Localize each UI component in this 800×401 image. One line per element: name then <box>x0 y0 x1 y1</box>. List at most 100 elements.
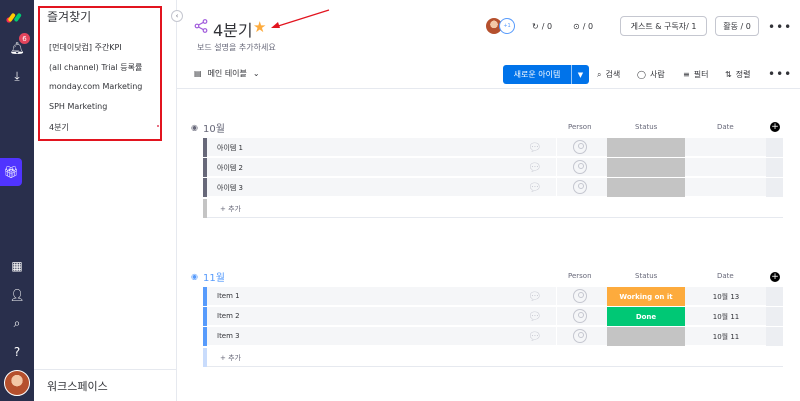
date-cell[interactable]: 10월 11 <box>703 332 749 342</box>
favorite-item-sph-marketing[interactable]: SPH Marketing <box>49 102 107 111</box>
board-title[interactable]: 4분기 <box>213 17 253 41</box>
table-row[interactable]: 아이템 2 💬︎ <box>203 158 783 177</box>
updates-button[interactable]: ⊙ / 0 <box>573 18 593 34</box>
group-title[interactable]: 10월 <box>203 120 225 135</box>
filter-button[interactable]: ≡ 필터 <box>683 69 708 80</box>
group-header-november[interactable]: ◉ 11월 <box>191 269 225 284</box>
notification-badge: 6 <box>19 33 30 44</box>
chat-bubble-icon[interactable]: 💬︎ <box>528 141 542 154</box>
add-item-label[interactable]: + 추가 <box>220 204 241 214</box>
status-cell[interactable] <box>607 178 685 197</box>
person-avatar-icon[interactable] <box>573 329 587 343</box>
column-header-person[interactable]: Person <box>568 272 592 280</box>
date-cell[interactable]: 10월 11 <box>703 312 749 322</box>
main-table-tab[interactable]: ▤ 메인 테이블 ⌄ <box>194 68 260 79</box>
person-filter-button[interactable]: ◯ 사람 <box>637 69 665 80</box>
board-more-icon[interactable]: ••• <box>768 20 792 34</box>
person-avatar-icon[interactable] <box>573 180 587 194</box>
monday-logo-icon[interactable] <box>6 10 28 24</box>
chat-bubble-icon[interactable]: 💬︎ <box>528 330 542 343</box>
add-column-icon[interactable]: + <box>770 272 780 282</box>
activity-log-button[interactable]: 활동 / 0 <box>715 16 759 36</box>
table-row[interactable]: Item 3 💬︎ 10월 11 <box>203 327 783 346</box>
add-item-label[interactable]: + 추가 <box>220 353 241 363</box>
cell-divider <box>556 287 557 306</box>
row-color-bar <box>203 327 207 346</box>
sort-button[interactable]: ⇅ 정렬 <box>725 69 750 80</box>
table-icon: ▤ <box>194 69 202 78</box>
annotation-arrow <box>271 9 330 28</box>
activity-icon: ↻ <box>532 21 539 31</box>
share-icon[interactable] <box>194 19 208 33</box>
status-cell[interactable] <box>607 158 685 177</box>
activity-button[interactable]: ↻ / 0 <box>532 18 552 34</box>
table-row[interactable]: Item 1 💬︎ Working on it 10월 13 <box>203 287 783 306</box>
app-root: 🔔︎ 6 ⤓ 🎁︎ ▦ 👤︎ ⌕ ? 즐겨찾기 [먼데이닷컴] 주간KPI (a… <box>0 0 800 401</box>
person-avatar-icon[interactable] <box>573 289 587 303</box>
person-avatar-icon[interactable] <box>573 160 587 174</box>
cell-divider <box>556 178 557 197</box>
help-icon[interactable]: ? <box>7 342 27 362</box>
chat-bubble-icon[interactable]: 💬︎ <box>528 161 542 174</box>
row-name[interactable]: 아이템 2 <box>217 163 243 173</box>
person-avatar-icon[interactable] <box>573 309 587 323</box>
group-title[interactable]: 11월 <box>203 269 225 284</box>
header-avatar-more[interactable]: +1 <box>499 18 515 34</box>
inbox-download-icon[interactable]: ⤓ <box>7 66 27 86</box>
row-endcap <box>766 327 783 346</box>
cell-divider <box>556 138 557 157</box>
board-description[interactable]: 보드 설명을 추가하세요 <box>197 42 276 53</box>
row-color-bar <box>203 348 207 367</box>
robot-icon: ⊙ <box>573 21 580 31</box>
calendar-icon[interactable]: ▦ <box>7 256 27 276</box>
group-collapse-icon[interactable]: ◉ <box>191 272 198 281</box>
column-header-date[interactable]: Date <box>717 123 734 131</box>
status-cell[interactable] <box>607 138 685 157</box>
date-cell[interactable]: 10월 13 <box>703 292 749 302</box>
row-name[interactable]: Item 2 <box>217 312 240 320</box>
favorite-item-monday-marketing[interactable]: monday.com Marketing <box>49 82 142 91</box>
search-label: 검색 <box>605 70 621 79</box>
favorite-item-kpi[interactable]: [먼데이닷컴] 주간KPI <box>49 42 122 53</box>
chat-bubble-icon[interactable]: 💬︎ <box>528 310 542 323</box>
group-header-october[interactable]: ◉ 10월 <box>191 120 225 135</box>
search-icon[interactable]: ⌕ <box>7 313 27 333</box>
new-item-chevron-icon[interactable]: ▼ <box>572 71 589 79</box>
row-name[interactable]: Item 1 <box>217 292 240 300</box>
user-avatar[interactable] <box>4 370 30 396</box>
column-header-person[interactable]: Person <box>568 123 592 131</box>
table-row[interactable]: Item 2 💬︎ Done 10월 11 <box>203 307 783 326</box>
workspace-label[interactable]: 워크스페이스 <box>47 378 108 394</box>
chevron-down-icon: ⌄ <box>252 69 260 78</box>
status-cell[interactable]: Done <box>607 307 685 326</box>
row-endcap <box>766 307 783 326</box>
table-row[interactable]: 아이템 3 💬︎ <box>203 178 783 197</box>
add-item-row[interactable]: + 추가 <box>203 199 783 218</box>
new-item-button[interactable]: 새로운 아이템 ▼ <box>503 65 589 84</box>
invite-user-icon[interactable]: 👤︎ <box>7 285 27 305</box>
search-button[interactable]: ⌕ 검색 <box>597 69 620 80</box>
chat-bubble-icon[interactable]: 💬︎ <box>528 290 542 303</box>
group-collapse-icon[interactable]: ◉ <box>191 123 198 132</box>
toolbar-more-icon[interactable]: ••• <box>768 67 792 81</box>
row-name[interactable]: 아이템 3 <box>217 183 243 193</box>
person-avatar-icon[interactable] <box>573 140 587 154</box>
gift-icon[interactable]: 🎁︎ <box>0 158 22 186</box>
row-name[interactable]: 아이템 1 <box>217 143 243 153</box>
updates-count: / 0 <box>582 21 594 31</box>
add-item-row[interactable]: + 추가 <box>203 348 783 367</box>
column-header-status[interactable]: Status <box>635 272 657 280</box>
person-icon: ◯ <box>637 70 646 79</box>
chat-bubble-icon[interactable]: 💬︎ <box>528 181 542 194</box>
column-header-date[interactable]: Date <box>717 272 734 280</box>
column-header-status[interactable]: Status <box>635 123 657 131</box>
star-icon[interactable]: ★ <box>253 18 266 36</box>
favorite-item-trial[interactable]: (all channel) Trial 등록률 <box>49 62 142 73</box>
table-row[interactable]: 아이템 1 💬︎ <box>203 138 783 157</box>
status-cell[interactable]: Working on it <box>607 287 685 306</box>
guests-subscribers-button[interactable]: 게스트 & 구독자/ 1 <box>620 16 707 36</box>
add-column-icon[interactable]: + <box>770 122 780 132</box>
row-name[interactable]: Item 3 <box>217 332 240 340</box>
status-cell[interactable] <box>607 327 685 346</box>
favorite-item-q4[interactable]: 4분기 <box>49 122 158 133</box>
